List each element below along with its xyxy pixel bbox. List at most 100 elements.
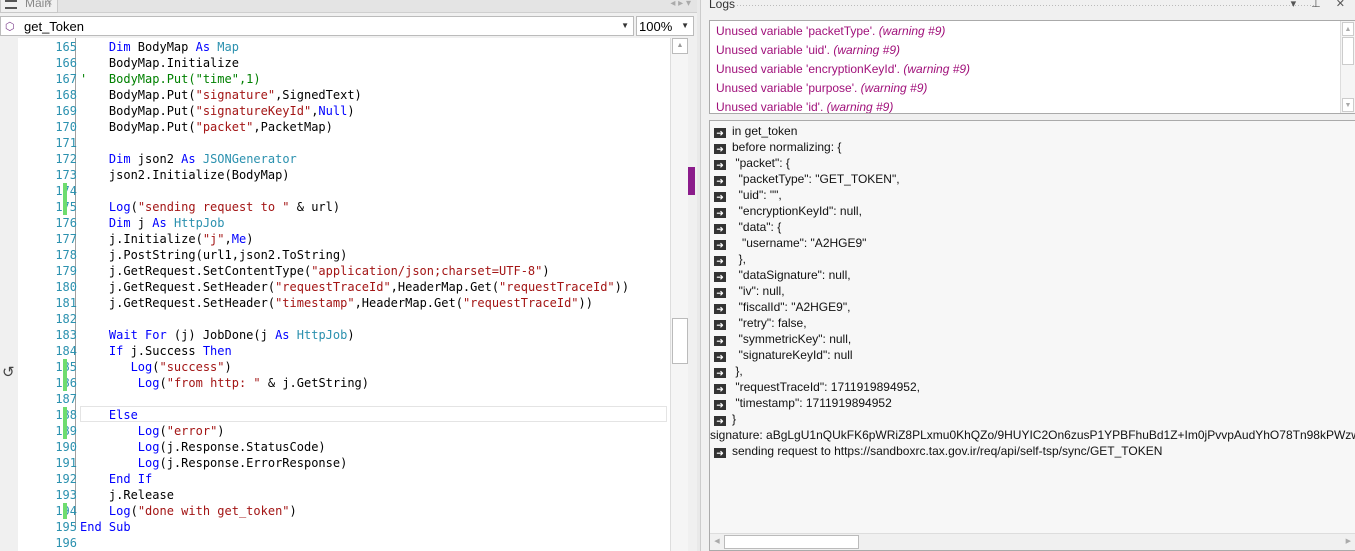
editor-vertical-scrollbar[interactable]: ▲ xyxy=(670,38,688,551)
zoom-dropdown[interactable]: 100% ▼ xyxy=(636,16,694,36)
code-line[interactable]: 188 Else xyxy=(18,407,670,423)
code-line[interactable]: 169 BodyMap.Put("signatureKeyId",Null) xyxy=(18,103,670,119)
code-text: Log("success") xyxy=(80,359,232,375)
code-line[interactable]: 192 End If xyxy=(18,471,670,487)
code-line[interactable]: 167 ' BodyMap.Put("time",1) xyxy=(18,71,670,87)
code-token: BodyMap.Initialize xyxy=(80,56,239,70)
code-line[interactable]: 180 j.GetRequest.SetHeader("requestTrace… xyxy=(18,279,670,295)
log-line: ➜ "signatureKeyId": null xyxy=(714,347,853,363)
code-token: BodyMap.Put( xyxy=(80,88,196,102)
code-token: ) xyxy=(347,104,355,118)
code-line[interactable]: 189 Log("error") xyxy=(18,423,670,439)
code-line[interactable]: 165 Dim BodyMap As Map xyxy=(18,39,670,55)
log-text: "username": "A2HGE9" xyxy=(732,236,867,250)
code-area[interactable]: 165 Dim BodyMap As Map 166 BodyMap.Initia… xyxy=(18,38,670,551)
code-line[interactable]: 183 Wait For (j) JobDone(j As HttpJob) xyxy=(18,327,670,343)
line-number: 181 xyxy=(55,296,77,310)
log-line: ➜ "uid": "", xyxy=(714,187,782,203)
warning-code: (warning #9) xyxy=(878,24,946,38)
scrollbar-thumb[interactable] xyxy=(1342,37,1354,65)
code-line[interactable]: 181 j.GetRequest.SetHeader("timestamp",H… xyxy=(18,295,670,311)
code-token: "requestTraceId" xyxy=(499,280,615,294)
log-text: "symmetricKey": null, xyxy=(732,332,852,346)
log-arrow-icon: ➜ xyxy=(714,128,726,138)
code-token: End Sub xyxy=(80,520,131,534)
log-line: ➜ "symmetricKey": null, xyxy=(714,331,851,347)
code-line[interactable]: 191 Log(j.Response.ErrorResponse) xyxy=(18,455,670,471)
warning-item[interactable]: Unused variable 'encryptionKeyId'. (warn… xyxy=(716,60,970,79)
scrollbar-thumb[interactable] xyxy=(724,535,859,549)
code-token: Log xyxy=(80,504,131,518)
code-token: ' BodyMap.Put("time",1) xyxy=(80,72,261,86)
code-line[interactable]: 166 BodyMap.Initialize xyxy=(18,55,670,71)
code-line[interactable]: 172 Dim json2 As JSONGenerator xyxy=(18,151,670,167)
code-line[interactable]: 176 Dim j As HttpJob xyxy=(18,215,670,231)
warning-item[interactable]: Unused variable 'packetType'. (warning #… xyxy=(716,22,945,41)
tab-main[interactable]: Main × xyxy=(0,0,58,13)
warning-item[interactable]: Unused variable 'uid'. (warning #9) xyxy=(716,41,900,60)
code-line[interactable]: 187 xyxy=(18,391,670,407)
code-line[interactable]: 171 xyxy=(18,135,670,151)
scroll-left-icon[interactable]: ◀ xyxy=(711,535,723,549)
scroll-up-icon[interactable]: ▲ xyxy=(672,38,688,54)
code-line[interactable]: 177 j.Initialize("j",Me) xyxy=(18,231,670,247)
code-line[interactable]: 194 Log("done with get_token") xyxy=(18,503,670,519)
code-line[interactable]: 179 j.GetRequest.SetContentType("applica… xyxy=(18,263,670,279)
warning-item[interactable]: Unused variable 'id'. (warning #9) xyxy=(716,98,893,114)
line-number: 178 xyxy=(55,248,77,262)
sub-selector-dropdown[interactable]: ⬡ get_Token ▼ xyxy=(0,16,634,36)
warning-text: Unused variable 'id'. xyxy=(716,100,827,114)
code-token: Log xyxy=(80,360,153,374)
code-line[interactable]: 185 Log("success") xyxy=(18,359,670,375)
code-line[interactable]: 168 BodyMap.Put("signature",SignedText) xyxy=(18,87,670,103)
close-tab-icon[interactable]: × xyxy=(46,0,52,11)
scroll-right-icon[interactable]: ▶ xyxy=(1346,535,1351,549)
panel-grip[interactable] xyxy=(736,4,1316,8)
code-line[interactable]: 182 xyxy=(18,311,670,327)
code-line[interactable]: 175 Log("sending request to " & url) xyxy=(18,199,670,215)
code-line[interactable]: 170 BodyMap.Put("packet",PacketMap) xyxy=(18,119,670,135)
code-line[interactable]: 178 j.PostString(url1,json2.ToString) xyxy=(18,247,670,263)
log-arrow-icon: ➜ xyxy=(714,256,726,266)
zoom-value: 100% xyxy=(639,19,673,34)
log-text: "packetType": "GET_TOKEN", xyxy=(732,172,900,186)
code-text: Log("sending request to " & url) xyxy=(80,199,340,215)
code-line[interactable]: 195 End Sub xyxy=(18,519,670,535)
scroll-down-icon[interactable]: ▼ xyxy=(1342,98,1354,112)
log-line: ➜} xyxy=(714,411,736,427)
code-token: "j" xyxy=(202,232,225,246)
warnings-scrollbar[interactable]: ▲ ▼ xyxy=(1340,21,1355,113)
tab-nav-arrows-icon[interactable]: ◂ ▸ ▾ xyxy=(670,0,691,9)
line-number: 179 xyxy=(55,264,77,278)
undo-arrow-icon[interactable]: ↺ xyxy=(2,363,15,381)
code-line[interactable]: 196 xyxy=(18,535,670,551)
code-line[interactable]: 184 If j.Success Then xyxy=(18,343,670,359)
tab-bar: Main × ◂ ▸ ▾ xyxy=(0,0,697,13)
breakpoint-gutter[interactable]: ↺ xyxy=(0,38,18,551)
code-line[interactable]: 174 xyxy=(18,183,670,199)
code-line[interactable]: 193 j.Release xyxy=(18,487,670,503)
code-text: Else xyxy=(80,407,138,423)
code-token: (j.Response.ErrorResponse) xyxy=(159,456,348,470)
log-horizontal-scrollbar[interactable]: ◀ ▶ xyxy=(710,533,1355,550)
code-text: End Sub xyxy=(80,519,131,535)
code-line[interactable]: 186 Log("from http: " & j.GetString) xyxy=(18,375,670,391)
code-editor-pane: Main × ◂ ▸ ▾ ⬡ get_Token ▼ 100% ▼ ↺ 165 … xyxy=(0,0,697,551)
log-output[interactable]: ➜ in get_token ➜ before normalizing: {➜ "pa… xyxy=(709,120,1355,551)
code-line[interactable]: 190 Log(j.Response.StatusCode) xyxy=(18,439,670,455)
code-line[interactable]: 173 json2.Initialize(BodyMap) xyxy=(18,167,670,183)
log-arrow-icon: ➜ xyxy=(714,176,726,186)
code-text: Dim json2 As JSONGenerator xyxy=(80,151,297,167)
scroll-up-icon[interactable]: ▲ xyxy=(1342,22,1354,36)
scrollbar-thumb[interactable] xyxy=(672,318,688,364)
code-token: j.GetRequest.SetHeader( xyxy=(80,280,276,294)
log-text: "requestTraceId": 1711919894952, xyxy=(732,380,920,394)
warning-item[interactable]: Unused variable 'purpose'. (warning #9) xyxy=(716,79,927,98)
code-token: "done with get_token" xyxy=(137,504,290,518)
warnings-list[interactable]: Unused variable 'packetType'. (warning #… xyxy=(709,20,1355,114)
code-token: As xyxy=(275,328,297,342)
code-token: "error" xyxy=(166,424,218,438)
line-number: 192 xyxy=(55,472,77,486)
code-text: BodyMap.Put("signatureKeyId",Null) xyxy=(80,103,355,119)
panel-controls-icon[interactable]: ▾ ⊥ ✕ xyxy=(1291,0,1351,10)
